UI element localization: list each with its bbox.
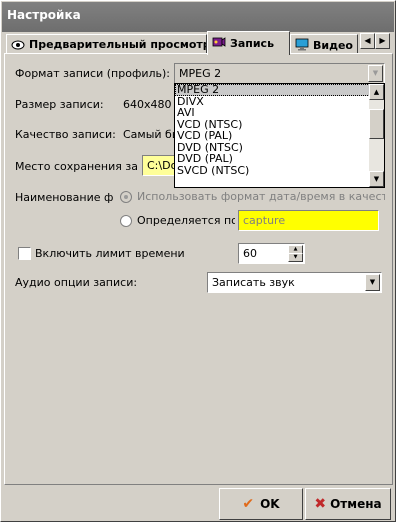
- tab-record-label: Запись: [230, 37, 275, 50]
- size-label: Размер записи:: [15, 98, 104, 111]
- audio-select[interactable]: Записать звук ▼: [207, 272, 382, 293]
- ok-button[interactable]: ✔ OK: [219, 488, 303, 520]
- scroll-down-button[interactable]: ▼: [369, 171, 384, 187]
- format-option[interactable]: SVCD (NTSC): [175, 164, 384, 177]
- naming-user-input[interactable]: capture: [238, 210, 379, 231]
- location-input-value: C:\Do: [147, 159, 176, 172]
- cancel-button[interactable]: ✖ Отмена: [305, 488, 391, 520]
- naming-user-radio[interactable]: [120, 215, 132, 227]
- format-select[interactable]: MPEG 2 ▼: [174, 63, 385, 84]
- format-option[interactable]: DIVX: [175, 95, 384, 108]
- format-dropdown-list[interactable]: MPEG 2 DIVX AVI VCD (NTSC) VCD (PAL) DVD (NTS…: [174, 83, 385, 188]
- time-limit-checkbox[interactable]: [18, 247, 31, 260]
- record-icon: [212, 35, 226, 52]
- naming-user-label: Определяется поль: [137, 214, 235, 227]
- format-select-value: MPEG 2: [179, 67, 222, 80]
- eye-icon: [11, 40, 25, 53]
- chevron-down-icon[interactable]: ▼: [365, 274, 380, 291]
- format-option[interactable]: VCD (PAL): [175, 130, 384, 142]
- tab-video[interactable]: Видео: [290, 34, 358, 54]
- format-option[interactable]: AVI: [175, 107, 384, 119]
- tab-scroll-right-button[interactable]: ▶: [375, 33, 390, 49]
- spinner-down-icon[interactable]: ▼: [288, 253, 303, 262]
- tab-preview-label: Предварительный просмотр: [29, 38, 207, 51]
- format-options: MPEG 2 DIVX AVI VCD (NTSC) VCD (PAL) DVD (NTS…: [175, 84, 384, 176]
- check-icon: ✔: [242, 496, 255, 512]
- quality-label: Качество записи:: [15, 128, 116, 141]
- cancel-button-label: Отмена: [330, 497, 382, 511]
- location-label: Место сохранения запи: [15, 160, 138, 173]
- dropdown-scrollbar[interactable]: ▲ ▼: [369, 84, 384, 187]
- tab-video-label: Видео: [313, 39, 353, 52]
- tab-preview[interactable]: Предварительный просмотр: [6, 34, 207, 54]
- time-limit-label: Включить лимит времени: [35, 247, 185, 260]
- time-limit-value: 60: [243, 247, 257, 260]
- chevron-down-icon[interactable]: ▼: [368, 65, 383, 82]
- format-option[interactable]: DVD (PAL): [175, 153, 384, 165]
- location-input[interactable]: C:\Do: [142, 155, 176, 176]
- format-label: Формат записи (профиль):: [15, 67, 171, 80]
- monitor-icon: [295, 38, 309, 53]
- audio-label: Аудио опции записи:: [15, 276, 138, 289]
- format-option[interactable]: MPEG 2: [175, 84, 384, 96]
- ok-button-label: OK: [260, 497, 280, 511]
- naming-label: Наименование фай: [15, 191, 113, 204]
- time-limit-spinner[interactable]: 60 ▲ ▼: [238, 243, 305, 264]
- quality-value[interactable]: Самый бы: [123, 128, 181, 141]
- naming-datetime-label: Использовать формат дата/время в качеств…: [137, 190, 385, 203]
- naming-user-input-value: capture: [243, 214, 286, 227]
- scroll-thumb[interactable]: [369, 109, 384, 139]
- settings-window: Настройка Предварительный просмотр Запис…: [0, 0, 396, 522]
- scroll-up-button[interactable]: ▲: [369, 84, 384, 100]
- radio-selected-dot: [124, 195, 128, 199]
- spinner-buttons[interactable]: ▲ ▼: [288, 245, 303, 262]
- naming-datetime-radio[interactable]: [120, 191, 132, 203]
- tab-scroll-left-button[interactable]: ◀: [360, 33, 375, 49]
- tab-record[interactable]: Запись: [207, 31, 290, 55]
- audio-select-value: Записать звук: [212, 276, 295, 289]
- window-title: Настройка: [2, 2, 394, 32]
- close-icon: ✖: [314, 496, 327, 512]
- size-value[interactable]: 640x480: [123, 98, 172, 111]
